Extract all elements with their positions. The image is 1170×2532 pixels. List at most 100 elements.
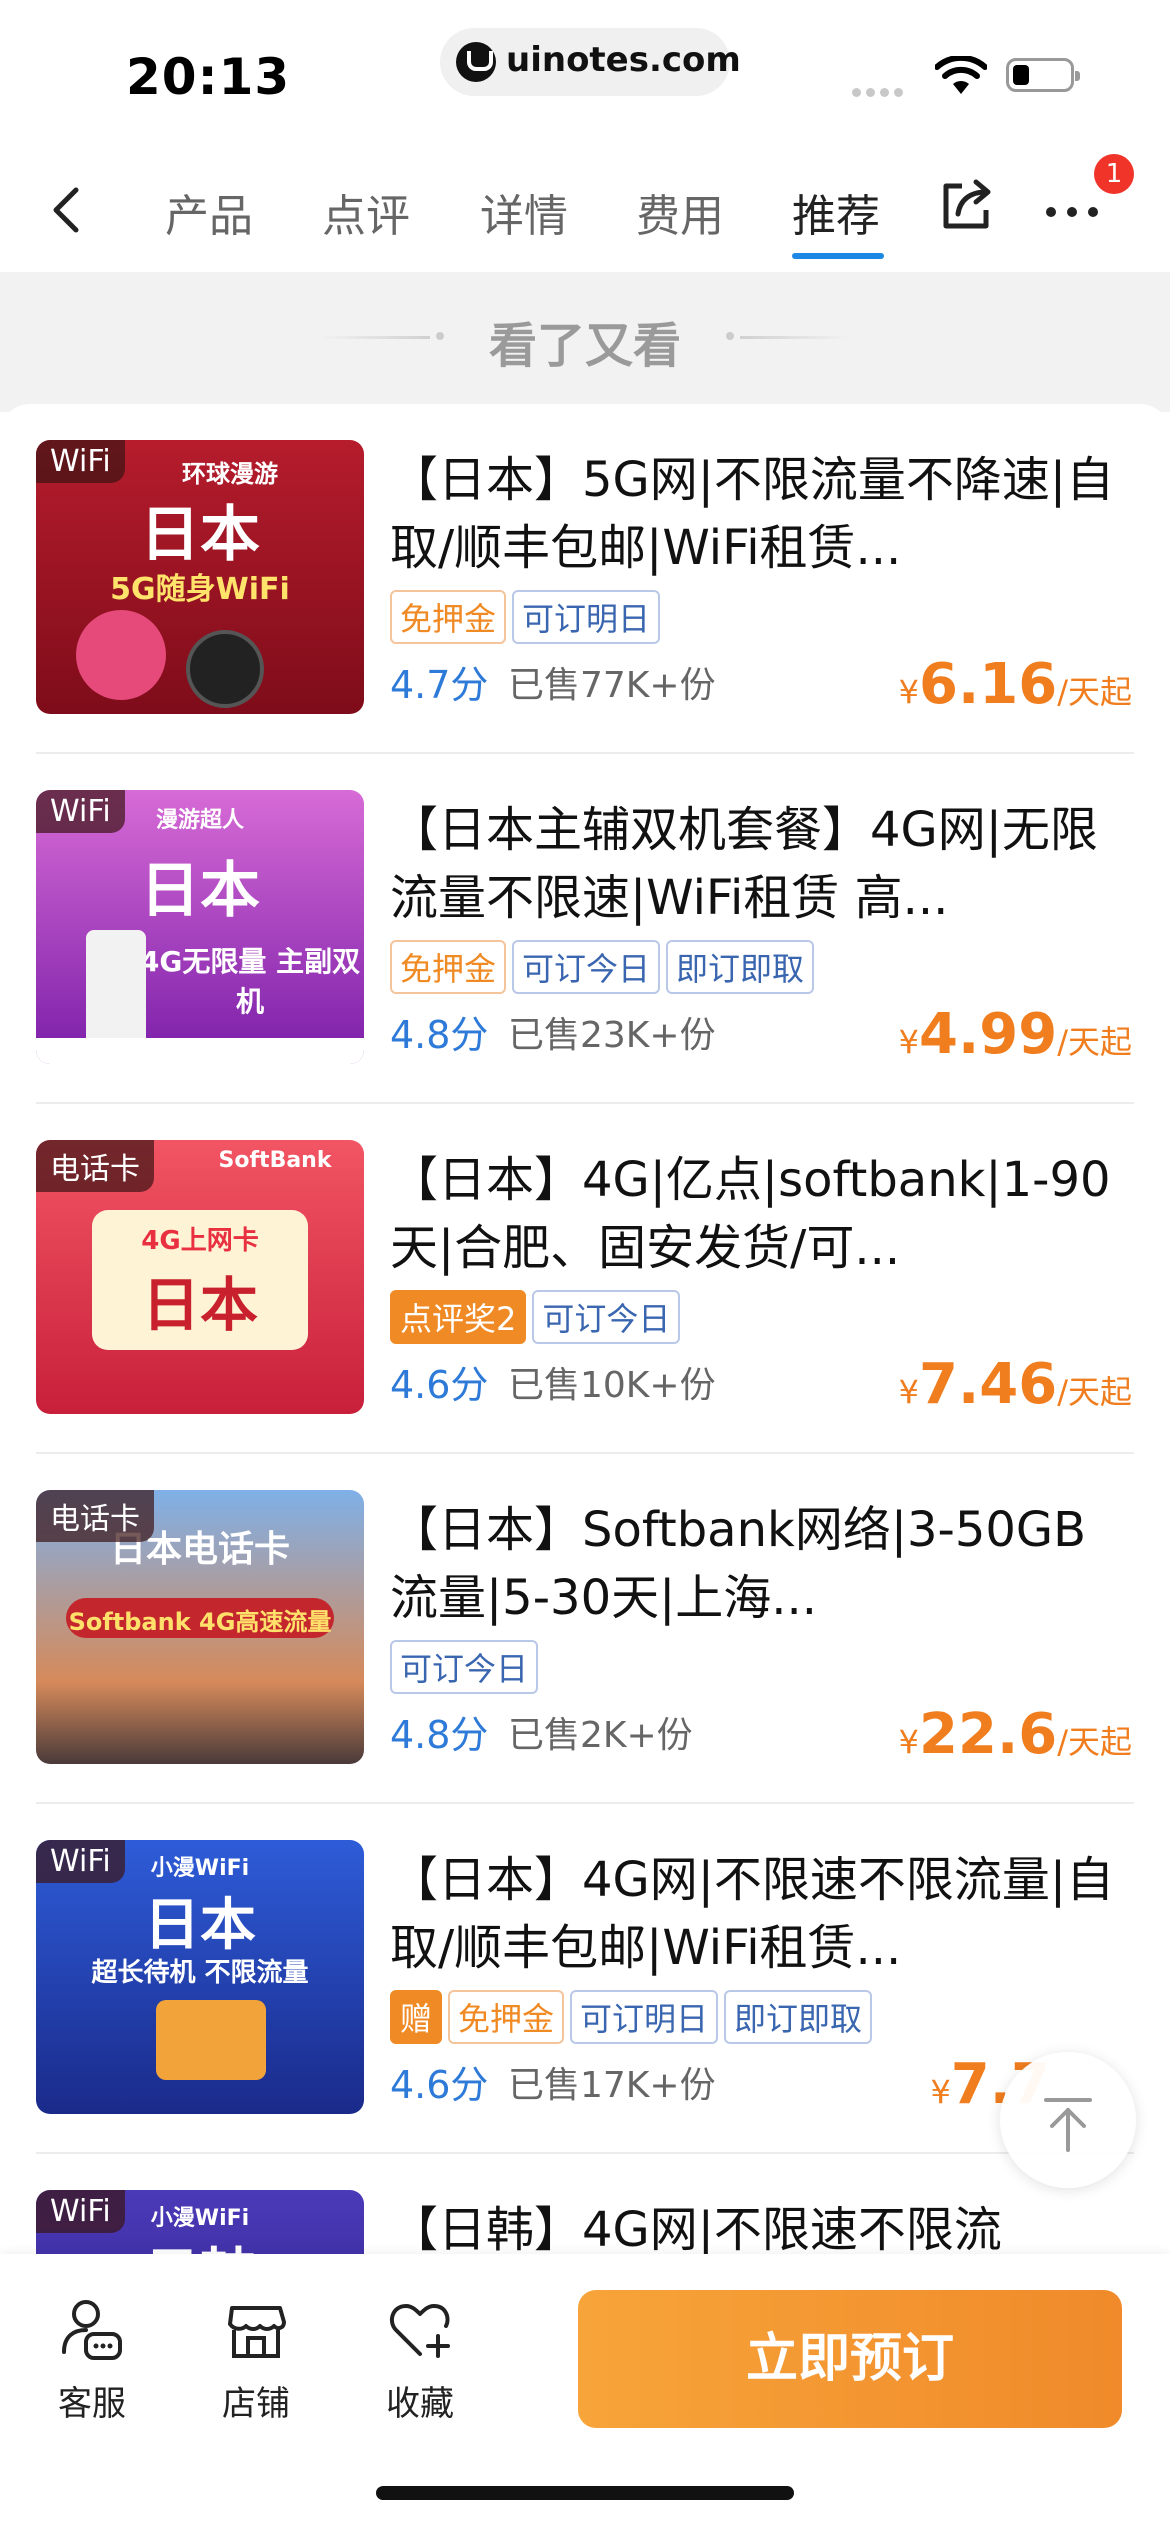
device-icon	[156, 2000, 266, 2080]
mascot-icon	[76, 610, 166, 700]
list-item[interactable]: 环球漫游 日本 5G随身WiFi WiFi 【日本】5G网|不限流量不降速|自取…	[0, 404, 1170, 754]
price-value: 22.6	[919, 1702, 1058, 1767]
item-title[interactable]: 【日本】4G网|不限速不限流量|自取/顺丰包邮|WiFi租赁...	[390, 1846, 1130, 1982]
item-tags: 免押金 可订明日	[390, 590, 666, 644]
tag-badge: 免押金	[448, 1990, 565, 2044]
product-thumbnail: SoftBank 4G上网卡 日本 电话卡	[36, 1140, 364, 1414]
url-text: uinotes.com	[506, 40, 741, 80]
notification-badge: 1	[1094, 154, 1134, 194]
more-options-icon[interactable]	[1046, 202, 1109, 221]
divider-dot-right	[726, 332, 734, 340]
status-bar: 20:13 uinotes.com	[0, 0, 1170, 150]
item-tags: 可订今日	[390, 1640, 544, 1694]
product-thumbnail: 小漫WiFi 日本 超长待机 不限流量 WiFi	[36, 1840, 364, 2114]
back-arrow-icon[interactable]	[40, 180, 100, 240]
item-price: ¥4.99/天起	[899, 1002, 1132, 1067]
price-currency: ¥	[930, 2073, 951, 2111]
item-sold-count: 已售23K+份	[508, 1015, 716, 1056]
price-unit: /天起	[1057, 673, 1132, 711]
tag-badge: 可订今日	[512, 940, 661, 994]
customer-service-icon	[62, 2300, 122, 2360]
customer-service-label: 客服	[58, 2384, 126, 2424]
item-title[interactable]: 【日本】Softbank网络|3-50GB流量|5-30天|上海...	[390, 1496, 1130, 1632]
thumb-subtitle: 4G上网卡	[141, 1226, 259, 1256]
item-sold-count: 已售2K+份	[508, 1715, 693, 1756]
list-item[interactable]: 小漫WiFi 日韩 WiFi 【日韩】4G网|不限速不限流	[0, 2154, 1170, 2254]
item-title[interactable]: 【日本】4G|亿点|softbank|1-90天|合肥、固安发货/可...	[390, 1146, 1130, 1282]
price-currency: ¥	[898, 1023, 920, 1061]
price-currency: ¥	[898, 1723, 920, 1761]
store-icon	[228, 2306, 286, 2358]
product-thumbnail: 日本电话卡 Softbank 4G高速流量 电话卡	[36, 1490, 364, 1764]
tab-recommend[interactable]: 推荐	[792, 180, 880, 244]
item-title[interactable]: 【日本主辅双机套餐】4G网|无限流量不限速|WiFi租赁 高...	[390, 796, 1130, 932]
thumb-title: 日韩	[36, 2230, 364, 2254]
tab-reviews[interactable]: 点评	[322, 180, 410, 244]
book-now-button[interactable]: 立即预订	[578, 2290, 1122, 2428]
thumb-title: 日本	[140, 500, 260, 570]
tab-product[interactable]: 产品	[165, 180, 253, 244]
thumb-category-tag: 电话卡	[36, 1490, 154, 1542]
tag-badge: 免押金	[390, 590, 507, 644]
tag-badge: 即订即取	[666, 940, 815, 994]
item-tags: 赠免押金 可订明日 即订即取	[390, 1990, 878, 2044]
list-item[interactable]: 漫游超人 日本 4G无限量 主副双机 WiFi 【日本主辅双机套餐】4G网|无限…	[0, 754, 1170, 1104]
thumb-subtitle: Softbank 4G高速流量	[68, 1608, 332, 1636]
thumb-category-tag: WiFi	[36, 2190, 125, 2233]
home-indicator	[376, 2486, 794, 2500]
divider-right	[740, 336, 850, 339]
heart-plus-icon	[389, 2304, 450, 2358]
top-nav: 产品 点评 详情 费用 推荐 1	[0, 150, 1170, 272]
item-rating: 4.6分	[390, 2063, 489, 2107]
thumb-title: 日本	[140, 856, 260, 926]
price-unit: /天起	[1057, 1723, 1132, 1761]
bottom-action-bar: 客服 店铺 收藏 立即预订	[0, 2254, 1170, 2532]
item-price: ¥7.46/天起	[899, 1352, 1132, 1417]
favorite-button[interactable]: 收藏	[360, 2294, 480, 2425]
tag-badge: 免押金	[390, 940, 507, 994]
tag-badge: 即订即取	[724, 1990, 873, 2044]
product-thumbnail: 环球漫游 日本 5G随身WiFi WiFi	[36, 440, 364, 714]
item-title[interactable]: 【日本】5G网|不限流量不降速|自取/顺丰包邮|WiFi租赁...	[390, 446, 1130, 582]
item-rating: 4.7分	[390, 663, 489, 707]
customer-service-button[interactable]: 客服	[32, 2294, 152, 2425]
price-value: 7.46	[919, 1352, 1058, 1417]
device-icon	[186, 630, 264, 708]
item-rating: 4.8分	[390, 1713, 489, 1757]
back-to-top-button[interactable]	[1000, 2052, 1136, 2188]
price-currency: ¥	[898, 1373, 920, 1411]
url-pill[interactable]: uinotes.com	[440, 28, 741, 96]
item-sold-count: 已售77K+份	[508, 665, 716, 706]
tab-fees[interactable]: 费用	[636, 180, 724, 244]
tag-badge: 可订今日	[532, 1290, 681, 1344]
arrow-up-icon	[1044, 2098, 1092, 2152]
item-title[interactable]: 【日韩】4G网|不限速不限流	[390, 2196, 1130, 2254]
item-price: ¥22.6/天起	[899, 1702, 1132, 1767]
tag-badge: 点评奖2	[390, 1290, 527, 1344]
tag-badge: 可订明日	[512, 590, 661, 644]
device-icon	[86, 930, 146, 1050]
status-time: 20:13	[126, 48, 291, 106]
thumb-subtitle: 超长待机 不限流量	[91, 1958, 309, 1988]
item-tags: 免押金 可订今日 即订即取	[390, 940, 820, 994]
thumb-category-tag: 电话卡	[36, 1140, 154, 1192]
section-title: 看了又看	[488, 318, 681, 374]
item-rating: 4.6分	[390, 1363, 489, 1407]
signal-icon	[852, 82, 908, 101]
thumb-subtitle: 5G随身WiFi	[110, 572, 290, 607]
price-unit: /天起	[1057, 1023, 1132, 1061]
tag-badge: 可订今日	[390, 1640, 539, 1694]
item-rating: 4.8分	[390, 1013, 489, 1057]
thumb-category-tag: WiFi	[36, 1840, 125, 1883]
favorite-label: 收藏	[386, 2384, 454, 2424]
price-value: 4.99	[919, 1002, 1058, 1067]
list-item[interactable]: 日本电话卡 Softbank 4G高速流量 电话卡 【日本】Softbank网络…	[0, 1454, 1170, 1804]
site-logo-icon	[456, 42, 496, 82]
list-item[interactable]: SoftBank 4G上网卡 日本 电话卡 【日本】4G|亿点|softbank…	[0, 1104, 1170, 1454]
price-unit: /天起	[1057, 1373, 1132, 1411]
list-item[interactable]: 小漫WiFi 日本 超长待机 不限流量 WiFi 【日本】4G网|不限速不限流量…	[0, 1804, 1170, 2154]
store-button[interactable]: 店铺	[196, 2294, 316, 2425]
share-icon[interactable]	[934, 174, 998, 238]
tab-details[interactable]: 详情	[480, 180, 568, 244]
recommend-list: 环球漫游 日本 5G随身WiFi WiFi 【日本】5G网|不限流量不降速|自取…	[0, 404, 1170, 2254]
